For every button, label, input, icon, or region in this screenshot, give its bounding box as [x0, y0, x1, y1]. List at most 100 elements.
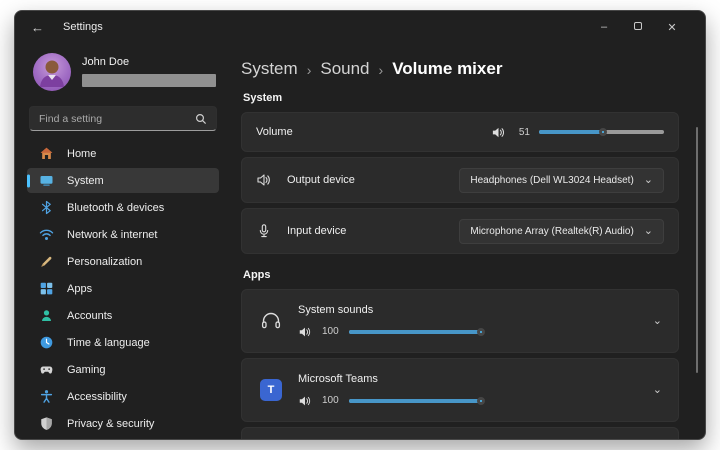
- app-volume-controls: 100: [298, 394, 653, 408]
- volume-label: Volume: [256, 126, 293, 138]
- slider-thumb[interactable]: [599, 128, 607, 136]
- sidebar-item-label: Privacy & security: [67, 418, 154, 430]
- breadcrumb-sound[interactable]: Sound: [320, 59, 369, 79]
- sidebar-item-label: Apps: [67, 283, 92, 295]
- speaker-icon[interactable]: [298, 394, 312, 408]
- avatar: [33, 53, 71, 91]
- sidebar-item-label: System: [67, 175, 104, 187]
- profile-name: John Doe: [82, 56, 216, 68]
- close-icon: ✕: [667, 22, 676, 34]
- teams-icon: T: [256, 379, 286, 401]
- sidebar-item-apps[interactable]: Apps: [27, 276, 219, 301]
- output-device-value: Headphones (Dell WL3024 Headset): [470, 175, 633, 186]
- sidebar-item-label: Bluetooth & devices: [67, 202, 164, 214]
- settings-window: ← Settings – ✕ John Doe: [14, 10, 706, 440]
- sidebar-item-accessibility[interactable]: Accessibility: [27, 384, 219, 409]
- sidebar-nav: Home System Bluetooth & devices Network & i…: [27, 141, 219, 436]
- chevron-down-icon: ⌄: [644, 226, 653, 237]
- sidebar-item-system[interactable]: System: [27, 168, 219, 193]
- system-volume-slider[interactable]: [539, 130, 664, 134]
- system-icon: [38, 173, 54, 189]
- sidebar-item-time-language[interactable]: Time & language: [27, 330, 219, 355]
- slider-fill: [539, 130, 603, 134]
- page-title: Volume mixer: [392, 59, 502, 79]
- sidebar-item-bluetooth-devices[interactable]: Bluetooth & devices: [27, 195, 219, 220]
- sidebar-item-label: Gaming: [67, 364, 106, 376]
- search-placeholder: Find a setting: [39, 113, 195, 125]
- teams-icon: T: [260, 379, 282, 401]
- output-device-dropdown[interactable]: Headphones (Dell WL3024 Headset) ⌄: [459, 168, 664, 193]
- personalization-icon: [38, 254, 54, 270]
- titlebar: ← Settings – ✕: [15, 11, 705, 43]
- window-controls: – ✕: [587, 21, 689, 34]
- app-volume-card-system-sounds: System sounds 100⌄: [241, 289, 679, 353]
- apps-icon: [38, 281, 54, 297]
- speaker-icon[interactable]: [491, 125, 506, 140]
- accessibility-icon: [38, 389, 54, 405]
- sidebar-item-label: Accounts: [67, 310, 112, 322]
- gaming-icon: [38, 362, 54, 378]
- system-section-heading: System: [243, 92, 679, 104]
- network-icon: [38, 227, 54, 243]
- privacy-icon: [38, 416, 54, 432]
- system-volume-row: Volume 51: [241, 112, 679, 152]
- breadcrumb: System › Sound › Volume mixer: [241, 59, 679, 79]
- app-volume-slider[interactable]: [349, 399, 481, 403]
- user-profile[interactable]: John Doe: [27, 45, 219, 95]
- sidebar-item-personalization[interactable]: Personalization: [27, 249, 219, 274]
- input-device-value: Microphone Array (Realtek(R) Audio): [470, 226, 633, 237]
- speaker-output-icon: [256, 172, 272, 188]
- sidebar-item-privacy-security[interactable]: Privacy & security: [27, 411, 219, 436]
- sidebar-item-gaming[interactable]: Gaming: [27, 357, 219, 382]
- input-device-row: Input device Microphone Array (Realtek(R…: [241, 208, 679, 254]
- sidebar-item-label: Accessibility: [67, 391, 127, 403]
- chevron-down-icon[interactable]: ⌄: [653, 316, 662, 327]
- maximize-icon: [634, 22, 642, 30]
- sidebar-item-label: Time & language: [67, 337, 150, 349]
- microphone-icon: [256, 223, 272, 239]
- sidebar-item-label: Home: [67, 148, 96, 160]
- partially-visible-card: [241, 427, 679, 440]
- search-icon: [195, 113, 207, 125]
- app-volume-card-microsoft-teams: T Microsoft Teams 100 ⌄: [241, 358, 679, 422]
- chevron-down-icon: ⌄: [644, 175, 653, 186]
- slider-thumb[interactable]: [477, 397, 485, 405]
- speaker-icon[interactable]: [298, 325, 312, 339]
- input-device-label: Input device: [287, 225, 346, 237]
- window-title: Settings: [63, 21, 103, 33]
- slider-fill: [349, 399, 481, 403]
- breadcrumb-separator-icon: ›: [307, 61, 312, 78]
- sidebar: John Doe Find a setting Home System Blueto…: [15, 43, 227, 440]
- output-device-row: Output device Headphones (Dell WL3024 He…: [241, 157, 679, 203]
- search-input[interactable]: Find a setting: [29, 106, 217, 131]
- sidebar-item-home[interactable]: Home: [27, 141, 219, 166]
- breadcrumb-separator-icon: ›: [379, 61, 384, 78]
- app-name: System sounds: [298, 304, 653, 316]
- slider-thumb[interactable]: [477, 328, 485, 336]
- app-volume-value: 100: [322, 395, 339, 406]
- sidebar-item-accounts[interactable]: Accounts: [27, 303, 219, 328]
- vertical-scrollbar[interactable]: [696, 127, 698, 373]
- close-button[interactable]: ✕: [655, 21, 689, 34]
- bluetooth-icon: [38, 200, 54, 216]
- maximize-button[interactable]: [621, 21, 655, 33]
- app-info: Microsoft Teams 100: [286, 373, 653, 408]
- app-volume-controls: 100: [298, 325, 653, 339]
- accounts-icon: [38, 308, 54, 324]
- home-icon: [38, 146, 54, 162]
- apps-section-heading: Apps: [243, 269, 679, 281]
- system-volume-value: 51: [515, 127, 530, 138]
- breadcrumb-system[interactable]: System: [241, 59, 298, 79]
- back-button[interactable]: ←: [31, 20, 51, 35]
- profile-info: John Doe: [82, 53, 216, 91]
- input-device-dropdown[interactable]: Microphone Array (Realtek(R) Audio) ⌄: [459, 219, 664, 244]
- slider-fill: [349, 330, 481, 334]
- app-name: Microsoft Teams: [298, 373, 653, 385]
- sidebar-item-network-internet[interactable]: Network & internet: [27, 222, 219, 247]
- main-content: System › Sound › Volume mixer System Vol…: [227, 43, 705, 440]
- profile-email-redacted: [82, 74, 216, 87]
- sidebar-item-label: Personalization: [67, 256, 142, 268]
- app-volume-slider[interactable]: [349, 330, 481, 334]
- minimize-button[interactable]: –: [587, 21, 621, 33]
- chevron-down-icon[interactable]: ⌄: [653, 385, 662, 396]
